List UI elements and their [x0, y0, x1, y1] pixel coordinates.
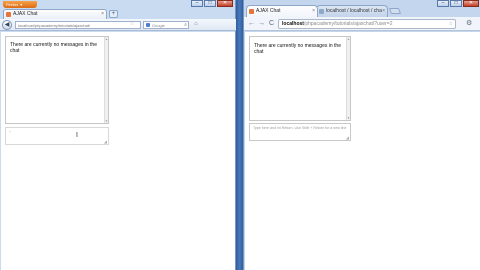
resize-grip-icon[interactable]: ◢ — [346, 135, 349, 140]
text-cursor-icon: I — [76, 132, 78, 139]
tab-strip: AJAX Chat × localhost / localhost / cha … — [244, 0, 480, 17]
toolbar: ← → C localhost/phpacademy/tutorials/aja… — [244, 17, 480, 31]
new-tab-button[interactable] — [388, 8, 402, 14]
chat-messages: There are currently no messages in the c… — [249, 36, 351, 121]
scrollbar[interactable]: ▲ ▼ — [346, 37, 350, 120]
firefox-window: Firefox ▾ – □ ✕ AJAX Chat × + ◀ localhost… — [0, 0, 236, 270]
chat-messages: There are currently no messages in the c… — [5, 36, 109, 124]
google-icon — [146, 23, 150, 27]
url-host: localhost — [282, 21, 304, 27]
minimize-button[interactable]: – — [191, 0, 203, 7]
close-tab-icon[interactable]: × — [312, 6, 315, 17]
back-button[interactable]: ◀ — [2, 20, 12, 30]
page-content: There are currently no messages in the c… — [1, 32, 235, 270]
tab-ajax-chat[interactable]: AJAX Chat × — [246, 5, 318, 17]
input-marker-icon: ⌐ — [9, 129, 12, 134]
scroll-up-icon[interactable]: ▲ — [105, 37, 108, 41]
empty-chat-message: There are currently no messages in the c… — [254, 43, 341, 55]
close-tab-icon[interactable]: × — [382, 6, 385, 17]
back-arrow-icon[interactable]: ← — [248, 20, 255, 27]
tab-ajax-chat[interactable]: AJAX Chat × — [3, 9, 107, 19]
search-box[interactable]: Google ⌕ — [143, 21, 189, 29]
tab-title: localhost / localhost / cha — [326, 8, 382, 14]
favicon-icon — [6, 12, 11, 17]
window-controls: – □ ✕ — [437, 0, 479, 7]
close-window-button[interactable]: ✕ — [463, 0, 479, 7]
navigation-bar: ◀ localhost/phpacademy/tutorials/ajaxcha… — [0, 19, 236, 31]
chat-input[interactable]: ⌐ I ◢ — [5, 127, 109, 145]
chat-input[interactable]: Type here and hit Return. Use Shift + Re… — [249, 123, 351, 141]
bookmark-star-icon[interactable]: ☆ — [130, 21, 134, 27]
reload-icon[interactable]: C — [269, 20, 274, 27]
chat-input-placeholder: Type here and hit Return. Use Shift + Re… — [253, 126, 347, 130]
window-divider — [236, 0, 243, 270]
minimize-button[interactable]: – — [437, 0, 449, 7]
favicon-icon — [249, 9, 254, 14]
desktop: Firefox ▾ – □ ✕ AJAX Chat × + ◀ localhost… — [0, 0, 480, 270]
wrench-icon[interactable]: ⚙ — [466, 19, 472, 27]
search-icon[interactable]: ⌕ — [184, 22, 187, 29]
scroll-up-icon[interactable]: ▲ — [347, 37, 350, 41]
scroll-down-icon[interactable]: ▼ — [347, 116, 350, 120]
new-tab-button[interactable]: + — [109, 10, 118, 18]
chevron-down-icon: ▾ — [20, 2, 23, 7]
favicon-icon — [319, 9, 324, 14]
search-placeholder: Google — [152, 23, 165, 28]
maximize-button[interactable]: □ — [204, 0, 216, 7]
tab-strip: AJAX Chat × + — [0, 8, 236, 19]
page-content: There are currently no messages in the c… — [245, 32, 480, 270]
close-window-button[interactable]: ✕ — [217, 0, 233, 7]
scrollbar[interactable]: ▲ ▼ — [104, 37, 108, 123]
url-path: /phpacademy/tutorials/ajaxchat/?user=2 — [303, 21, 393, 27]
firefox-menu-button[interactable]: Firefox ▾ — [3, 1, 37, 8]
close-tab-icon[interactable]: × — [101, 10, 104, 19]
home-icon[interactable]: ⌂ — [194, 21, 198, 27]
forward-arrow-icon[interactable]: → — [258, 20, 265, 27]
tab-title: AJAX Chat — [256, 8, 281, 14]
omnibox[interactable]: localhost/phpacademy/tutorials/ajaxchat/… — [278, 19, 456, 29]
firefox-menu-label: Firefox — [6, 2, 19, 7]
chrome-window: AJAX Chat × localhost / localhost / cha … — [243, 0, 480, 270]
tab-title: AJAX Chat — [13, 11, 38, 17]
resize-grip-icon[interactable]: ◢ — [104, 139, 107, 144]
url-bar[interactable]: localhost/phpacademy/tutorials/ajaxchat/ — [15, 21, 141, 29]
tab-localhost[interactable]: localhost / localhost / cha × — [316, 5, 388, 17]
window-controls: – □ ✕ — [191, 0, 233, 7]
bookmark-star-icon[interactable]: ☆ — [449, 20, 453, 28]
scroll-down-icon[interactable]: ▼ — [105, 119, 108, 123]
empty-chat-message: There are currently no messages in the c… — [10, 42, 97, 54]
maximize-button[interactable]: □ — [450, 0, 462, 7]
